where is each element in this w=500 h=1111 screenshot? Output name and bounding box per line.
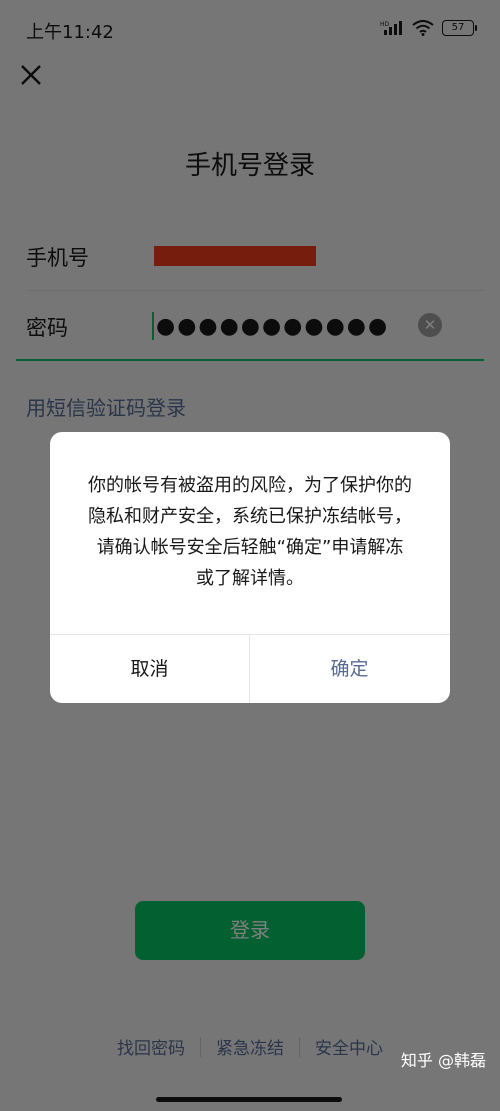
cancel-button[interactable]: 取消 [50, 635, 249, 703]
alert-dialog: 你的帐号有被盗用的风险，为了保护你的隐私和财产安全，系统已保护冻结帐号，请确认帐… [50, 432, 450, 703]
confirm-button[interactable]: 确定 [250, 635, 449, 703]
watermark: 知乎 @韩磊 [400, 1051, 486, 1070]
dialog-message: 你的帐号有被盗用的风险，为了保护你的隐私和财产安全，系统已保护冻结帐号，请确认帐… [88, 475, 412, 589]
